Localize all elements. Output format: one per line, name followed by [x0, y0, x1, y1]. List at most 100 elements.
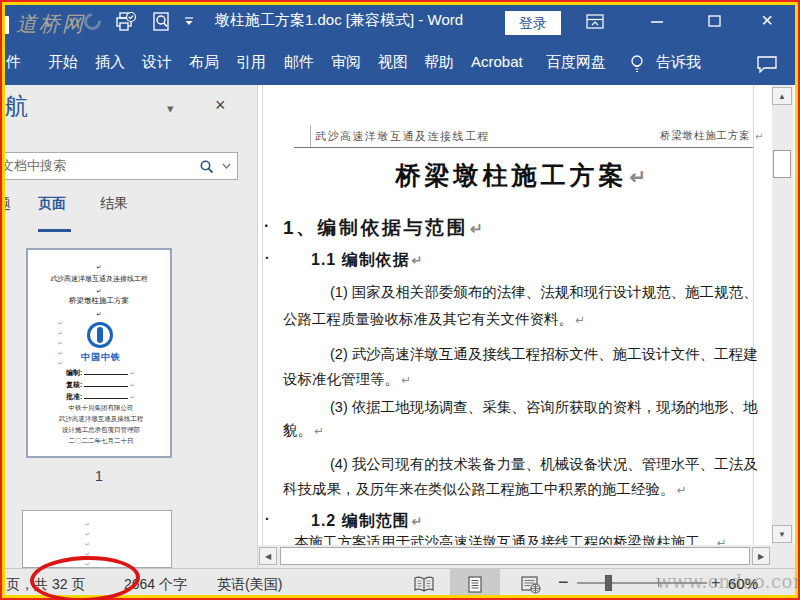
paragraph-mark: ↵: [677, 483, 687, 496]
web-layout-icon[interactable]: [521, 576, 541, 594]
doc-line: (3) 依据工地现场调查、采集、咨询所获取的资料，现场的地形、地: [283, 398, 757, 417]
horizontal-scroll-track[interactable]: [280, 547, 750, 565]
nav-close-icon[interactable]: ×: [215, 95, 226, 116]
doc-line: (2) 武沙高速洋墩互通及接线工程招标文件、施工设计文件、工程建: [283, 345, 757, 364]
document-canvas[interactable]: 武沙高速洋墩互通及连接线工程 桥梁墩柱施工方案 ↵ 桥梁墩柱施工方案↵ ·1、编制…: [258, 85, 800, 568]
thumb-field-row: 复核:↵: [66, 380, 135, 390]
search-icon[interactable]: [199, 159, 215, 175]
thumb-field-row: 编制:↵: [66, 368, 135, 378]
paragraph-mark: ↵: [412, 253, 424, 268]
qat-customize-icon[interactable]: [184, 17, 194, 27]
paragraph-mark: ↵: [630, 166, 651, 188]
nav-tab-headings[interactable]: 标题: [0, 195, 11, 213]
thumb-mark: ↵: [85, 539, 90, 549]
thumb-footer-line: 二〇二二年七月二十日: [28, 437, 174, 446]
page-thumbnail-2[interactable]: ↵↵↵↵↵: [22, 510, 172, 568]
header-rule: [294, 147, 753, 148]
nav-pane-title: 导航: [0, 91, 28, 122]
doc-line: 设标准化管理等。↵: [283, 370, 757, 389]
maximize-button[interactable]: [700, 0, 728, 42]
vertical-scrollbar[interactable]: ▲ ▼: [772, 85, 793, 545]
header-paragraph-mark: ↵: [755, 131, 763, 142]
nav-tab-pages[interactable]: 页面: [38, 195, 66, 213]
list-bullet: ·: [265, 511, 271, 527]
tab-8[interactable]: 审阅: [331, 42, 361, 85]
read-mode-icon[interactable]: [413, 576, 435, 593]
tab-3[interactable]: 插入: [95, 42, 125, 85]
word-count[interactable]: 2664 个字: [124, 569, 187, 599]
zoom-out-button[interactable]: −: [558, 567, 569, 597]
nav-dropdown-icon[interactable]: ▾: [167, 101, 174, 116]
comment-icon[interactable]: [756, 55, 778, 73]
zoom-percentage[interactable]: 60%: [728, 569, 758, 599]
doc-line: ·1、编制依据与范围↵: [283, 215, 757, 241]
page-header-right: 桥梁墩柱施工方案: [660, 129, 750, 143]
scroll-down-icon[interactable]: ▼: [772, 525, 792, 543]
scrollbar-corner: [772, 545, 800, 568]
search-options-chevron-icon[interactable]: [222, 163, 231, 170]
doc-line: 公路工程质量验收标准及其它有关文件资料。↵: [283, 310, 757, 329]
tab-tell-me[interactable]: 告诉我: [656, 42, 701, 85]
doc-line: (1) 国家及相关部委颁布的法律、法规和现行设计规范、施工规范、: [283, 283, 757, 302]
thumb-mark: ↵: [58, 318, 63, 328]
thumb-mark: ↵: [58, 338, 63, 348]
ribbon-tabs: 件开始插入设计布局引用邮件审阅视图帮助 Acrobat 百度网盘 告诉我: [0, 42, 800, 85]
tab-10[interactable]: 帮助: [424, 42, 454, 85]
language-indicator[interactable]: 英语(美国): [217, 569, 282, 599]
print-preview-icon[interactable]: [151, 11, 171, 33]
login-button[interactable]: 登录: [505, 11, 561, 35]
zoom-slider-track[interactable]: [577, 582, 707, 584]
vertical-scroll-thumb[interactable]: [773, 150, 791, 178]
scroll-right-icon[interactable]: ▶: [752, 547, 770, 565]
thumb-mark: ↵: [58, 328, 63, 338]
thumb-title-line2: 桥梁墩柱施工方案: [28, 296, 170, 306]
list-bullet: ·: [265, 250, 271, 266]
tab-5[interactable]: 布局: [189, 42, 219, 85]
page-indicator[interactable]: 页，共 32 页: [6, 569, 85, 599]
paragraph-mark: ↵: [575, 313, 585, 326]
scroll-left-icon[interactable]: ◀: [259, 547, 277, 565]
thumb-mark: ↵: [85, 519, 90, 529]
navigation-pane: 导航 ▾ × 文档中搜索 标题 页面 结果 ↵ 武沙高速洋墩互通及连接线工程 ↵…: [0, 85, 258, 568]
tab-2[interactable]: 开始: [48, 42, 78, 85]
list-bullet: ·: [264, 217, 272, 235]
thumb-footer-line: 武沙高速洋墩互通及接线工程: [28, 415, 174, 424]
print-layout-icon[interactable]: [466, 576, 484, 594]
nav-tabs: 标题 页面 结果: [0, 195, 258, 225]
doc-line: ·1.2 编制范围↵: [283, 511, 757, 532]
nav-search-placeholder: 文档中搜索: [1, 153, 66, 179]
paragraph-mark: ↵: [314, 424, 324, 437]
word-icon: [3, 16, 9, 34]
status-bar: 页，共 32 页 2664 个字 英语(美国) − + 60%: [0, 568, 800, 600]
thumbnail-1-page-number: 1: [26, 467, 172, 484]
doc-line: 桥梁墩柱施工方案↵: [283, 159, 763, 192]
thumb-footer-line: 设计施工总承包项目管理部: [28, 426, 174, 435]
window-title: 墩柱施工方案1.doc [兼容模式] - Word: [215, 0, 463, 40]
tab-11[interactable]: Acrobat: [471, 42, 523, 85]
quick-print-icon[interactable]: [112, 11, 138, 33]
nav-search-box[interactable]: 文档中搜索: [0, 152, 238, 180]
tab-12[interactable]: 百度网盘: [546, 42, 606, 85]
minimize-button[interactable]: [642, 0, 670, 42]
zoom-in-button[interactable]: +: [711, 568, 720, 598]
page-thumbnail-1[interactable]: ↵ 武沙高速洋墩互通及连接线工程 ↵ 桥梁墩柱施工方案 ↵ ↵↵↵↵↵ 中国中铁…: [26, 248, 172, 458]
close-button[interactable]: ×: [752, 0, 782, 42]
horizontal-scrollbar[interactable]: ◀ ▶: [258, 545, 772, 568]
tab-6[interactable]: 引用: [236, 42, 266, 85]
paragraph-mark: ↵: [401, 373, 411, 386]
nav-tab-results[interactable]: 结果: [100, 195, 128, 213]
title-bar: 墩柱施工方案1.doc [兼容模式] - Word 登录 ×: [0, 0, 800, 42]
china-railway-logo-text: 中国中铁: [28, 351, 174, 364]
tab-1[interactable]: 件: [6, 42, 21, 85]
tab-7[interactable]: 邮件: [284, 42, 314, 85]
thumb-field-row: 批准:↵: [66, 392, 135, 402]
zoom-slider-thumb[interactable]: [605, 575, 612, 591]
thumb-title-line1: 武沙高速洋墩互通及连接线工程: [28, 274, 170, 284]
thumb-footer-line: 中铁十局集团有限公司: [28, 404, 174, 413]
scroll-up-icon[interactable]: ▲: [772, 87, 792, 105]
tab-4[interactable]: 设计: [142, 42, 172, 85]
tab-9[interactable]: 视图: [378, 42, 408, 85]
thumb-mark: ↵: [85, 529, 90, 539]
page-header-left: 武沙高速洋墩互通及连接线工程: [315, 129, 490, 144]
zoom-slider-center-tick: [658, 578, 659, 587]
